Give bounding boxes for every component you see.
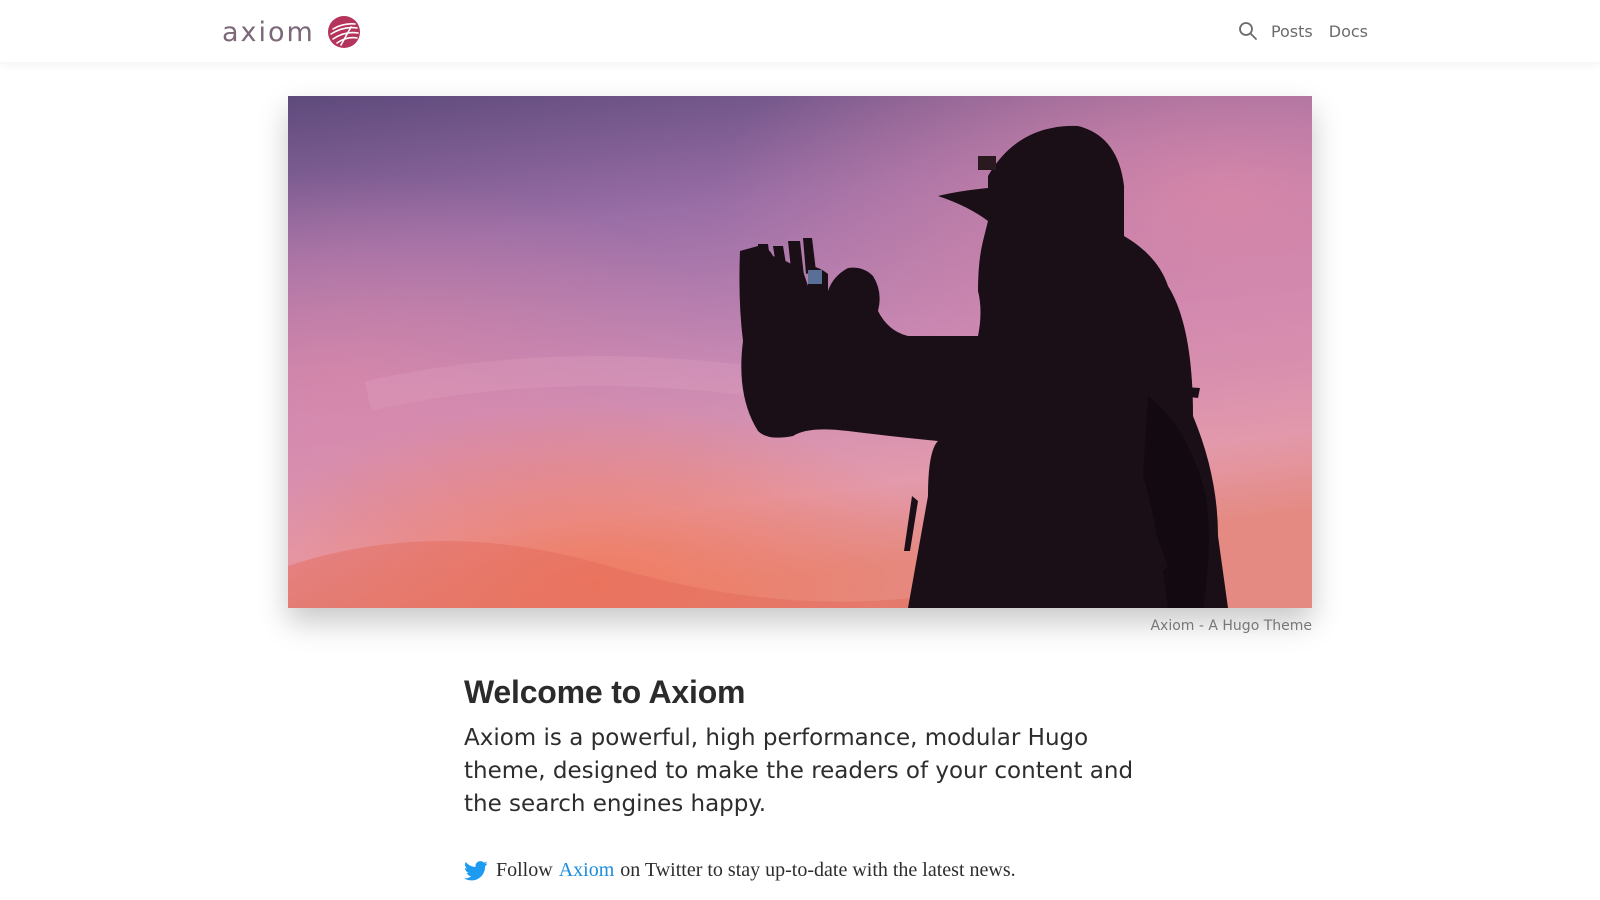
brand-logo-link[interactable]: axiom bbox=[222, 12, 361, 52]
follow-prefix: Follow bbox=[496, 859, 553, 881]
axiom-logo-mark-icon bbox=[327, 16, 360, 48]
nav-link-posts[interactable]: Posts bbox=[1271, 22, 1313, 41]
twitter-follow-line: Follow Axiom on Twitter to stay up-to-da… bbox=[464, 859, 1144, 882]
hero-figure: Axiom - A Hugo Theme bbox=[288, 96, 1312, 635]
twitter-axiom-link[interactable]: Axiom bbox=[559, 859, 615, 882]
nav-link-docs[interactable]: Docs bbox=[1329, 22, 1368, 41]
article-lead: Axiom is a powerful, high performance, m… bbox=[464, 725, 1134, 817]
main-nav: Posts Docs bbox=[1237, 0, 1368, 62]
hero-photo bbox=[288, 96, 1312, 608]
search-icon[interactable] bbox=[1237, 20, 1259, 42]
twitter-icon bbox=[464, 860, 488, 880]
page-title: Welcome to Axiom bbox=[464, 674, 746, 710]
article-content: Welcome to Axiom Axiom is a powerful, hi… bbox=[464, 670, 1144, 882]
hero-caption: Axiom - A Hugo Theme bbox=[1150, 618, 1312, 634]
top-navbar: axiom Posts Docs bbox=[0, 0, 1600, 62]
follow-suffix: on Twitter to stay up-to-date with the l… bbox=[620, 859, 1016, 881]
brand-name: axiom bbox=[222, 16, 315, 48]
